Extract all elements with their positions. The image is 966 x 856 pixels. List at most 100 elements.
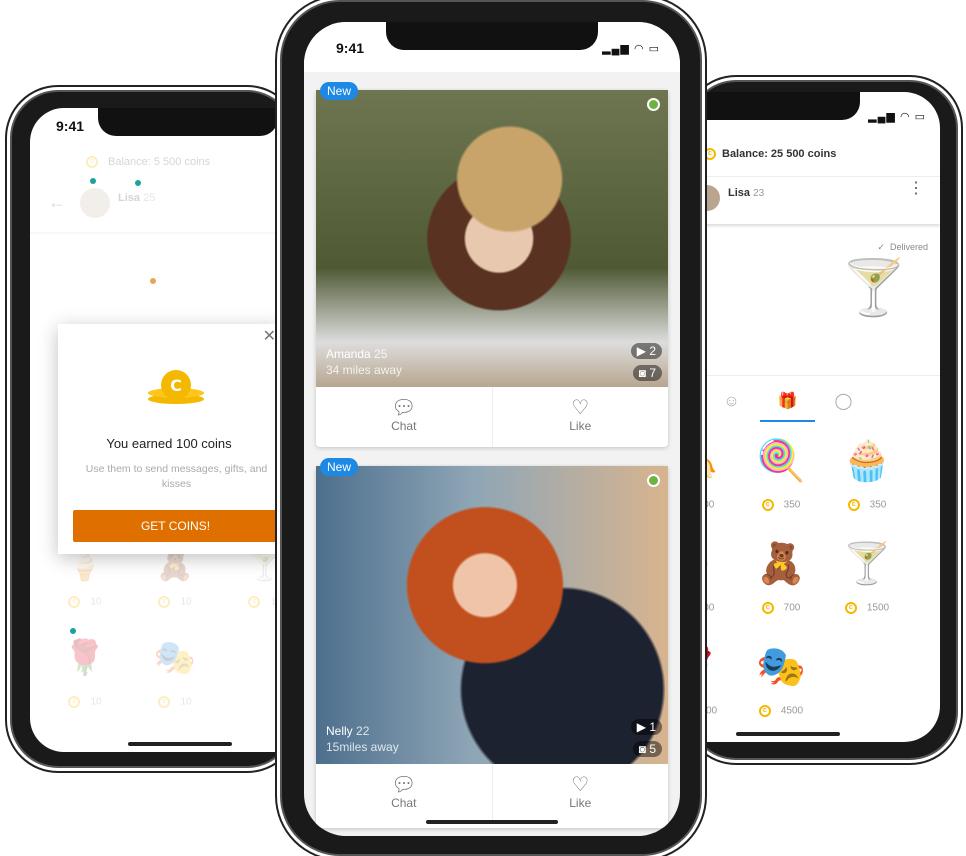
gift-price: 700: [783, 602, 801, 614]
tab-kisses[interactable]: ◯: [816, 387, 871, 422]
confetti: [150, 278, 156, 284]
gift-cocktail[interactable]: 🍸 c 1500: [832, 540, 902, 614]
gift-price: 4500: [780, 705, 804, 717]
confetti: [135, 180, 141, 186]
close-icon[interactable]: ✕: [263, 326, 276, 346]
gift-price: 700: [700, 602, 715, 614]
coin-icon: c: [847, 499, 860, 511]
svg-text:C: C: [170, 376, 182, 395]
new-badge: New: [320, 82, 359, 100]
gift-rose[interactable]: 🌹c3000: [700, 643, 730, 717]
ice-cream-icon: 🍦: [700, 540, 730, 602]
coin-icon: c: [844, 602, 857, 614]
modal-subtitle: Use them to send messages, gifts, and ki…: [85, 463, 268, 490]
notch: [700, 92, 860, 120]
online-indicator: [647, 474, 660, 487]
lollipop-icon: 🍭: [756, 439, 806, 483]
like-button[interactable]: ♡ Like: [491, 764, 669, 824]
center-phone: 9:41 ▂▄▆ ◠ ▭ New Amanda 25 34 miles away…: [280, 0, 702, 856]
chat-icon: 💬︎: [391, 774, 417, 796]
right-phone: ▂▄▆ ◠ ▭ c Balance: 25 500 coins Lisa 23 ⋮…: [688, 80, 958, 760]
cocktail-icon: 🍸: [842, 542, 892, 586]
gift-ice-cream[interactable]: 🍦c700: [700, 540, 730, 614]
tab-gifts[interactable]: 🎁: [760, 387, 815, 422]
home-indicator: [736, 732, 840, 736]
teddy-bear-icon: 🧸: [756, 542, 806, 586]
status-time: 9:41: [336, 40, 365, 56]
profile-name: Amanda 25: [326, 347, 388, 361]
gift-price: 3000: [700, 705, 718, 717]
profile-photo[interactable]: [316, 466, 668, 764]
gift-rose[interactable]: 🌹 c 10: [50, 638, 120, 718]
profile-name: Nelly 22: [326, 724, 370, 738]
chat-icon: 💬︎: [391, 397, 417, 419]
photo-count: ◙ 7: [632, 365, 662, 381]
gift-mask[interactable]: 🎭 c 4500: [746, 643, 816, 717]
profile-distance: 15miles away: [326, 740, 399, 754]
left-phone: 9:41 c Balance: 5 500 coins ← Lisa 25 🍦 c 1…: [10, 90, 295, 768]
gift-price: 100: [700, 499, 715, 511]
notch: [98, 108, 278, 136]
gift-banana[interactable]: 🍌c100: [700, 437, 730, 511]
profile-distance: 34 miles away: [326, 363, 403, 377]
divider: [700, 375, 940, 376]
chat-button[interactable]: 💬︎ Chat: [316, 764, 492, 824]
like-button[interactable]: ♡ Like: [491, 387, 669, 447]
contact-name: Lisa 25: [118, 192, 156, 204]
video-count: ▶ 2: [630, 343, 662, 359]
cupcake-icon: 🧁: [842, 439, 892, 483]
profile-card[interactable]: New Amanda 25 34 miles away ▶ 2 ◙ 7 💬︎ Ch…: [316, 82, 668, 447]
coins-earned-modal: ✕ C You earned 100 coins Use them to sen…: [58, 324, 280, 554]
back-arrow-icon[interactable]: ←: [48, 192, 66, 213]
new-badge: New: [320, 458, 359, 476]
divider: [30, 232, 292, 234]
status-icons: ▂▄▆ ◠ ▭: [868, 111, 926, 123]
avatar[interactable]: [80, 188, 110, 218]
card-actions: 💬︎ Chat ♡ Like: [316, 387, 668, 447]
contact-name: Lisa 23: [728, 187, 765, 199]
banana-icon: 🍌: [700, 437, 730, 499]
online-indicator: [647, 98, 660, 111]
gift-price: 1500: [866, 602, 890, 614]
left-screen: 9:41 c Balance: 5 500 coins ← Lisa 25 🍦 c 1…: [30, 108, 292, 752]
sent-gift-cocktail: 🍸: [840, 258, 908, 318]
gift-lollipop[interactable]: 🍭 c 350: [746, 437, 816, 511]
delivered-status: ✓ Delivered: [877, 242, 928, 252]
gift-mask[interactable]: 🎭 c 10: [140, 638, 210, 718]
home-indicator: [426, 820, 558, 824]
balance-label: c Balance: 5 500 coins: [86, 156, 210, 169]
center-screen: 9:41 ▂▄▆ ◠ ▭ New Amanda 25 34 miles away…: [304, 22, 680, 836]
balance-label: c Balance: 25 500 coins: [704, 148, 836, 161]
home-indicator: [128, 742, 232, 746]
status-time: 9:41: [56, 118, 85, 134]
confetti: [90, 178, 96, 184]
status-icons: ▂▄▆ ◠ ▭: [602, 43, 660, 55]
coin-icon: c: [704, 148, 716, 161]
coin-icon: c: [86, 156, 98, 169]
chat-button[interactable]: 💬︎ Chat: [316, 387, 492, 447]
gift-price: 350: [783, 499, 801, 511]
avatar[interactable]: [700, 185, 720, 211]
heart-icon: ♡: [571, 397, 590, 419]
get-coins-button[interactable]: GET COINS!: [73, 510, 278, 542]
gift-cupcake[interactable]: 🧁 c 350: [832, 437, 902, 511]
gift-teddy[interactable]: 🧸 c 10: [140, 548, 210, 618]
gift-ice-cream[interactable]: 🍦 c 10: [50, 548, 120, 618]
coin-icon: c: [761, 499, 774, 511]
confetti: [70, 628, 76, 634]
card-actions: 💬︎ Chat ♡ Like: [316, 764, 668, 824]
notch: [386, 22, 598, 50]
profile-photo[interactable]: [316, 90, 668, 387]
coin-icon: c: [758, 705, 771, 717]
right-screen: ▂▄▆ ◠ ▭ c Balance: 25 500 coins Lisa 23 ⋮…: [700, 92, 940, 742]
tab-stickers[interactable]: ☺: [704, 387, 759, 422]
more-options-icon[interactable]: ⋮: [908, 181, 924, 197]
coins-icon: C: [148, 370, 204, 404]
gift-teddy-bear[interactable]: 🧸 c 700: [746, 540, 816, 614]
profile-card[interactable]: New Nelly 22 15miles away ▶ 1 ◙ 5 💬︎ Chat…: [316, 458, 668, 828]
coin-icon: c: [761, 602, 774, 614]
modal-title: You earned 100 coins: [106, 436, 232, 451]
gift-price: 350: [869, 499, 887, 511]
chat-header: Lisa 23 ⋮: [700, 176, 940, 224]
video-count: ▶ 1: [630, 719, 662, 735]
